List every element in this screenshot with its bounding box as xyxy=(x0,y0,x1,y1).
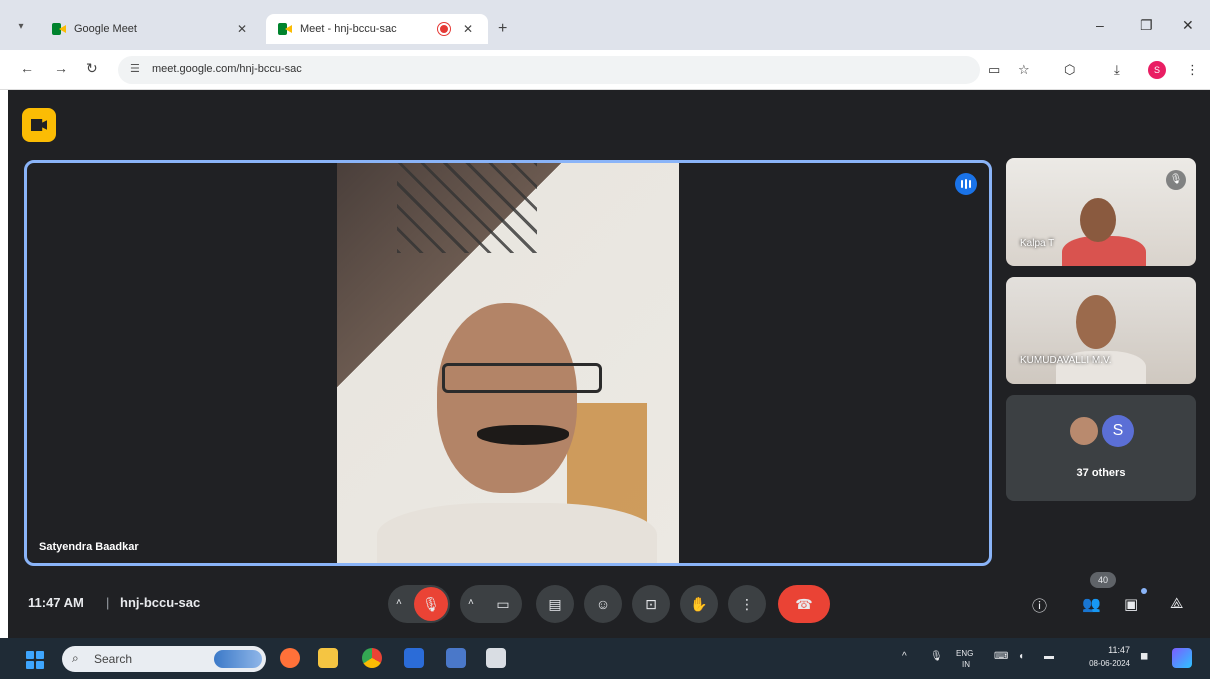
reactions-button[interactable]: ☺ xyxy=(584,585,622,623)
mic-control[interactable]: ˄ 🎙 xyxy=(388,585,450,623)
chat-icon[interactable]: ▣ xyxy=(1124,595,1138,613)
leave-call-button[interactable]: ☎ xyxy=(778,585,830,623)
input-region[interactable]: IN xyxy=(962,660,970,669)
windows-start-icon[interactable] xyxy=(26,651,44,669)
taskbar-clock-time[interactable]: 11:47 xyxy=(1082,645,1130,655)
avatar: S xyxy=(1102,415,1134,447)
speaking-indicator-icon xyxy=(955,173,977,195)
volume-icon[interactable]: ◖ xyxy=(1018,651,1024,662)
tab-title: Meet - hnj-bccu-sac xyxy=(300,23,397,35)
search-placeholder: Search xyxy=(94,652,133,666)
photos-icon[interactable] xyxy=(446,648,466,668)
info-icon[interactable]: ⓘ xyxy=(1032,595,1047,616)
people-icon[interactable]: 👥 xyxy=(1082,595,1101,613)
close-window-button[interactable]: ✕ xyxy=(1182,17,1194,34)
mic-off-icon[interactable]: 🎙 xyxy=(414,587,448,621)
present-button[interactable]: ⊡ xyxy=(632,585,670,623)
download-icon[interactable]: ⤓ xyxy=(1114,62,1120,78)
back-icon[interactable]: ← xyxy=(20,60,34,76)
camera-control[interactable]: ˄ ▭ xyxy=(460,585,522,623)
speaker-name: Satyendra Baadkar xyxy=(39,541,139,553)
address-bar[interactable]: ☰ meet.google.com/hnj-bccu-sac xyxy=(118,56,980,84)
captions-icon: ▤ xyxy=(548,595,562,612)
wifi-icon[interactable]: ⌨ xyxy=(994,651,1008,662)
close-tab-icon[interactable]: ✕ xyxy=(234,22,250,36)
extensions-icon[interactable]: ⬡ xyxy=(1064,62,1075,78)
meeting-code: hnj-bccu-sac xyxy=(120,595,201,610)
tab-meet-call[interactable]: Meet - hnj-bccu-sac ✕ xyxy=(266,14,488,44)
others-count: 37 others xyxy=(1076,467,1126,479)
recording-indicator-icon xyxy=(438,23,450,35)
participant-tile[interactable]: 🎙 Kalpa T xyxy=(1006,158,1196,266)
browser-tab-strip: ▾ Google Meet ✕ Meet - hnj-bccu-sac ✕ + … xyxy=(0,0,1210,50)
phone-hangup-icon: ☎ xyxy=(795,595,813,612)
meet-logo-icon[interactable] xyxy=(22,108,56,142)
input-language[interactable]: ENG xyxy=(956,649,973,658)
screen: ▾ Google Meet ✕ Meet - hnj-bccu-sac ✕ + … xyxy=(0,0,1210,679)
chevron-up-icon[interactable]: ˄ xyxy=(396,597,402,608)
word-icon[interactable] xyxy=(404,648,424,668)
meet-call-area: Satyendra Baadkar 🎙 Kalpa T KUMUDAVALLI … xyxy=(8,90,1210,638)
speaker-video xyxy=(337,163,679,563)
minimize-button[interactable]: – xyxy=(1096,17,1104,33)
more-vert-icon: ⋮ xyxy=(740,595,754,612)
search-highlight-image xyxy=(214,650,262,668)
site-info-icon[interactable]: ☰ xyxy=(130,62,140,75)
meeting-time: 11:47 AM xyxy=(28,595,84,610)
close-tab-icon[interactable]: ✕ xyxy=(460,22,476,36)
activities-icon[interactable]: ⟁ xyxy=(1170,595,1183,612)
avatar xyxy=(1068,415,1100,447)
captions-button[interactable]: ▤ xyxy=(536,585,574,623)
people-count-badge: 40 xyxy=(1090,572,1116,588)
others-tile[interactable]: S 37 others xyxy=(1006,395,1196,501)
cast-icon[interactable]: ▭ xyxy=(988,62,1000,78)
battery-icon[interactable]: ▬ xyxy=(1044,651,1054,662)
participant-tile[interactable]: KUMUDAVALLI M.V. xyxy=(1006,277,1196,384)
taskbar-clock-date[interactable]: 08-06-2024 xyxy=(1072,659,1130,668)
chat-notification-dot xyxy=(1141,588,1147,594)
meet-favicon-icon xyxy=(52,23,66,35)
profile-avatar[interactable]: S xyxy=(1148,61,1166,79)
restore-button[interactable]: ❐ xyxy=(1140,17,1153,34)
divider: | xyxy=(106,595,110,610)
browser-toolbar: ← → ↻ ☰ meet.google.com/hnj-bccu-sac ▭ ☆… xyxy=(0,50,1210,90)
file-explorer-icon[interactable] xyxy=(318,648,338,668)
muted-mic-icon: 🎙 xyxy=(1166,170,1186,190)
chevron-up-icon[interactable]: ^ xyxy=(902,651,907,662)
chevron-up-icon[interactable]: ˄ xyxy=(468,597,474,608)
firefox-icon[interactable] xyxy=(280,648,300,668)
more-options-button[interactable]: ⋮ xyxy=(728,585,766,623)
hand-icon: ✋ xyxy=(690,595,708,612)
new-tab-button[interactable]: + xyxy=(498,20,507,38)
participant-name: Kalpa T xyxy=(1020,238,1055,249)
notifications-icon[interactable]: ◼ xyxy=(1140,651,1148,662)
windows-taskbar: ⌕ Search ^ 🎙 ENG IN ⌨ ◖ ▬ 11:47 08-06-20… xyxy=(0,638,1210,679)
search-icon: ⌕ xyxy=(72,651,79,665)
camera-icon[interactable]: ▭ xyxy=(486,587,520,621)
participant-name: KUMUDAVALLI M.V. xyxy=(1020,355,1112,366)
copilot-icon[interactable] xyxy=(1172,648,1192,668)
main-speaker-tile[interactable]: Satyendra Baadkar xyxy=(24,160,992,566)
chrome-icon[interactable] xyxy=(362,648,382,668)
taskbar-search[interactable]: ⌕ Search xyxy=(62,646,266,672)
browser-menu-icon[interactable]: ⋮ xyxy=(1186,62,1199,78)
meet-favicon-icon xyxy=(278,23,292,35)
tab-search-icon[interactable]: ▾ xyxy=(10,18,32,36)
tab-google-meet[interactable]: Google Meet ✕ xyxy=(40,14,262,44)
reload-icon[interactable]: ↻ xyxy=(86,60,98,77)
forward-icon[interactable]: → xyxy=(54,60,68,76)
mic-icon[interactable]: 🎙 xyxy=(930,651,943,662)
raise-hand-button[interactable]: ✋ xyxy=(680,585,718,623)
url-text[interactable]: meet.google.com/hnj-bccu-sac xyxy=(152,63,302,75)
tab-title: Google Meet xyxy=(74,23,137,35)
present-screen-icon: ⊡ xyxy=(645,595,657,612)
bookmark-star-icon[interactable]: ☆ xyxy=(1018,62,1030,78)
snipping-tool-icon[interactable] xyxy=(486,648,506,668)
emoji-icon: ☺ xyxy=(595,596,611,612)
